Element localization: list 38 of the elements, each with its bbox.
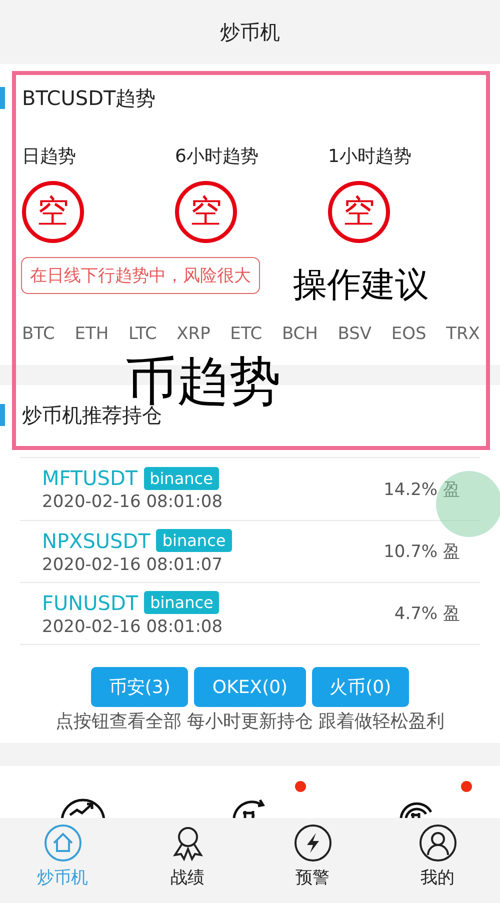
trend-signal: 空 — [328, 181, 390, 243]
coin-tab[interactable]: BCH — [282, 324, 318, 344]
section-title: BTCUSDT趋势 — [22, 84, 156, 112]
nav-tab[interactable]: 我的 — [375, 818, 500, 891]
position-time: 2020-02-16 08:01:08 — [42, 492, 224, 512]
trend-signal: 空 — [22, 181, 84, 243]
user-icon — [418, 824, 456, 862]
profit-text: 4.7% 盈 — [394, 603, 460, 625]
coin-tab[interactable]: TRX — [446, 324, 480, 344]
trend-label: 日趋势 — [22, 145, 76, 168]
coin-tab[interactable]: EOS — [391, 324, 426, 344]
coin-tab[interactable]: LTC — [128, 324, 157, 344]
exchange-tag: binance — [144, 591, 220, 614]
exchange-tag: binance — [156, 529, 232, 552]
home-icon — [44, 824, 82, 862]
position-time: 2020-02-16 08:01:08 — [42, 616, 224, 636]
nav-tab[interactable]: 战绩 — [125, 818, 250, 891]
position-time: 2020-02-16 08:01:07 — [42, 554, 224, 574]
advice-tag: 在日线下行趋势中，风险很大 — [21, 257, 260, 294]
hint-text: 点按钮查看全部 每小时更新持仓 跟着做轻松盈利 — [54, 710, 446, 733]
exchange-tag: binance — [144, 466, 219, 490]
trend-label: 6小时趋势 — [175, 145, 258, 168]
profit-text: 14.2% 盈 — [384, 478, 460, 500]
coin-tab[interactable]: ETH — [74, 324, 109, 344]
section-marker — [0, 87, 5, 109]
coin-tab[interactable]: ETC — [230, 324, 262, 344]
coin-tab[interactable]: BSV — [338, 324, 372, 344]
trend-signal: 空 — [175, 181, 237, 243]
page-title: 炒币机 — [220, 18, 280, 46]
trend-label: 1小时趋势 — [328, 145, 412, 168]
lightning-icon — [294, 824, 332, 862]
coin-tab[interactable]: BTC — [22, 324, 55, 344]
chart-up-icon[interactable] — [59, 797, 108, 818]
annotation-text: 操作建议 — [293, 268, 429, 302]
profit-text: 10.7% 盈 — [384, 541, 460, 563]
section-marker — [0, 404, 5, 426]
nav-tab[interactable]: 预警 — [250, 818, 375, 891]
coin-tab[interactable]: XRP — [176, 324, 210, 344]
